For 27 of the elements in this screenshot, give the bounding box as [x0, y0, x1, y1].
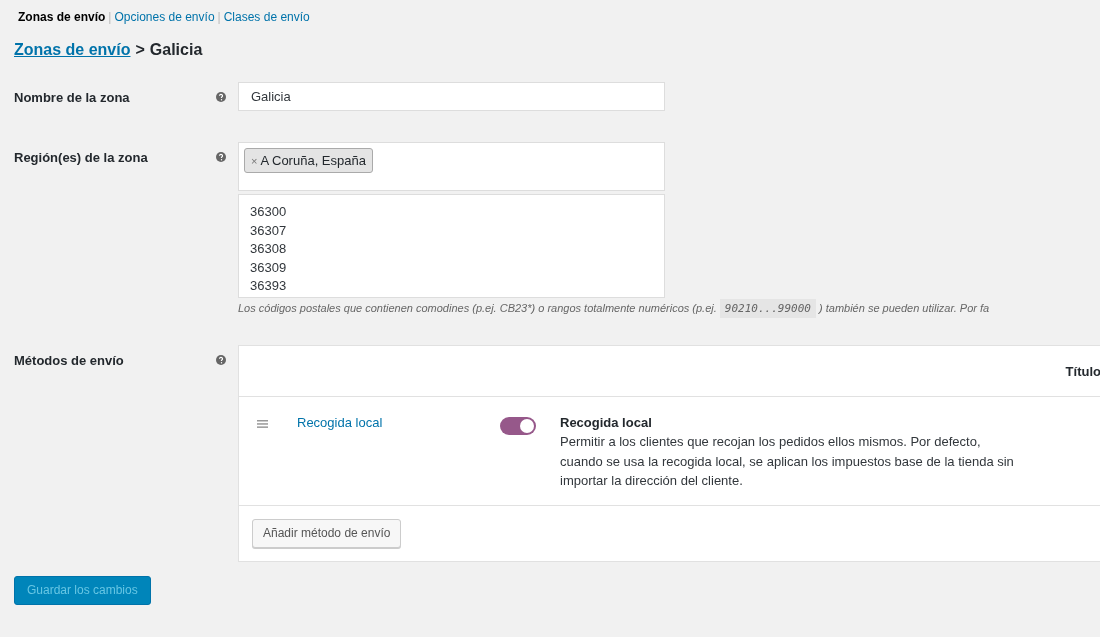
- enable-toggle[interactable]: [500, 417, 536, 435]
- drag-handle-icon[interactable]: [257, 420, 268, 428]
- help-icon: [216, 92, 226, 102]
- help-icon: [216, 152, 226, 162]
- zone-name-field[interactable]: Galicia: [238, 82, 665, 111]
- field-label: Métodos de envío: [14, 352, 125, 368]
- remove-tag-button[interactable]: ×: [251, 154, 258, 167]
- breadcrumb-separator: >: [135, 41, 145, 59]
- subnav-link[interactable]: Opciones de envío: [114, 10, 215, 24]
- separator: |: [217, 10, 221, 24]
- method-name: Recogida local: [560, 415, 653, 430]
- add-method-button[interactable]: Añadir método de envío: [252, 518, 402, 548]
- postcodes-hint: Los códigos postales que contienen comodines (p.ej. CB23*) o rangos totalmente numéricos (p.ej. 90210...99000 ) también se pueden utilizar. Por fa: [238, 302, 1100, 315]
- subnav-link[interactable]: Clases de envío: [223, 10, 310, 24]
- separator: |: [108, 10, 112, 24]
- region-select-field[interactable]: × A Coruña, España: [238, 142, 665, 191]
- method-description: Permitir a los clientes que recojan los pedidos ellos mismos. Por defecto, cuando se usa la recogida local, se aplican los impuestos base de la tienda sin importar la dirección del cliente.: [560, 433, 1015, 490]
- breadcrumb-link[interactable]: Zonas de envío: [14, 41, 131, 59]
- breadcrumb-current: Galicia: [149, 41, 203, 59]
- subnav-link[interactable]: Zonas de envío: [18, 10, 106, 24]
- help-icon: [216, 355, 226, 365]
- postcodes-field[interactable]: 36300 36307 36308 36309 36393: [238, 194, 665, 298]
- field-label: Región(es) de la zona: [14, 149, 149, 165]
- field-label: Nombre de la zona: [14, 89, 131, 105]
- tag-label: A Coruña, España: [260, 153, 366, 168]
- method-title-link[interactable]: Recogida local: [297, 415, 500, 430]
- column-header: Título: [1065, 363, 1100, 379]
